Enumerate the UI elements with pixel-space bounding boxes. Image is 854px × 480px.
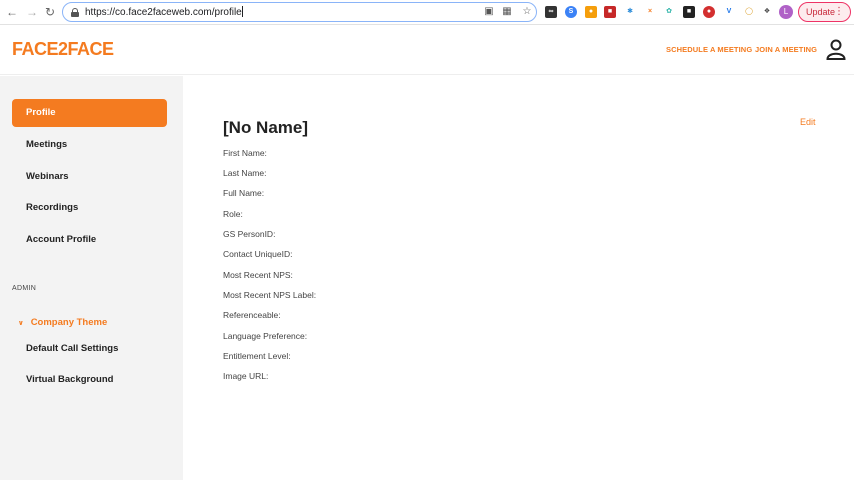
sidebar-item-meetings[interactable]: Meetings — [12, 131, 167, 159]
url-input[interactable]: https://co.face2faceweb.com/profile — [85, 6, 243, 18]
back-arrow-icon[interactable]: ← — [4, 4, 20, 20]
field-image-url: Image URL: — [223, 371, 269, 381]
field-referenceable: Referenceable: — [223, 310, 281, 320]
sidebar-item-virtual-background[interactable]: Virtual Background — [12, 366, 167, 394]
extension-bulb-icon[interactable]: ◯ — [743, 6, 755, 18]
reload-icon[interactable]: ↻ — [42, 4, 58, 20]
extension-blue-icon[interactable]: S — [565, 6, 577, 18]
forward-arrow-icon[interactable]: → — [24, 4, 40, 20]
sidebar-item-recordings[interactable]: Recordings — [12, 194, 167, 222]
extension-puzzle-color-icon[interactable]: ● — [585, 6, 597, 18]
field-full-name: Full Name: — [223, 188, 265, 198]
sidebar: Profile Meetings Webinars Recordings Acc… — [0, 76, 183, 480]
browser-toolbar: ← → ↻ https://co.face2faceweb.com/profil… — [0, 0, 854, 25]
account-avatar[interactable]: L — [779, 5, 793, 19]
field-contact-unique-id: Contact UniqueID: — [223, 249, 293, 259]
field-last-name: Last Name: — [223, 168, 267, 178]
extension-leaf-icon[interactable]: ✿ — [663, 6, 675, 18]
chevron-down-icon: ∨ — [18, 320, 24, 327]
bookmark-star-icon[interactable]: ☆ — [521, 6, 533, 18]
extension-red-icon[interactable]: ■ — [604, 6, 616, 18]
extension-adblock-icon[interactable]: ● — [703, 6, 715, 18]
field-entitlement-level: Entitlement Level: — [223, 351, 291, 361]
sidebar-item-account-profile[interactable]: Account Profile — [12, 226, 167, 254]
sidebar-group-label: Company Theme — [30, 317, 108, 328]
field-language-preference: Language Preference: — [223, 331, 308, 341]
field-most-recent-nps: Most Recent NPS: — [223, 270, 293, 280]
address-bar[interactable]: https://co.face2faceweb.com/profile ▣ ▦ … — [62, 2, 537, 22]
sidebar-item-default-call-settings[interactable]: Default Call Settings — [12, 335, 167, 363]
join-meeting-link[interactable]: JOIN A MEETING — [755, 45, 817, 54]
qr-code-icon[interactable]: ▦ — [501, 6, 513, 18]
extension-gear-icon[interactable]: ✱ — [624, 6, 636, 18]
cast-icon[interactable]: ▣ — [483, 6, 495, 18]
field-first-name: First Name: — [223, 148, 267, 158]
browser-update-button[interactable]: Update ⋮ — [798, 2, 851, 22]
extensions-puzzle-icon[interactable]: ❖ — [761, 6, 773, 18]
extension-x-icon[interactable]: × — [644, 6, 656, 18]
field-most-recent-nps-label: Most Recent NPS Label: — [223, 290, 317, 300]
field-role: Role: — [223, 209, 243, 219]
app-header: FACE2FACE SCHEDULE A MEETING JOIN A MEET… — [0, 25, 854, 75]
extension-glasses-icon[interactable]: ∞ — [545, 6, 557, 18]
lock-icon — [71, 8, 79, 17]
admin-section-label: ADMIN — [12, 285, 37, 292]
field-gs-person-id: GS PersonID: — [223, 229, 276, 239]
sidebar-item-profile[interactable]: Profile — [12, 99, 167, 127]
edit-profile-link[interactable]: Edit — [800, 117, 816, 127]
extension-dark-icon[interactable]: ■ — [683, 6, 695, 18]
brand-logo[interactable]: FACE2FACE — [12, 39, 114, 60]
profile-panel: [No Name] Edit First Name: Last Name: Fu… — [183, 76, 854, 480]
user-avatar-icon[interactable] — [826, 38, 846, 60]
schedule-meeting-link[interactable]: SCHEDULE A MEETING — [666, 45, 752, 54]
extension-v-icon[interactable]: V — [723, 6, 735, 18]
sidebar-group-company-theme[interactable]: ∨ Company Theme — [18, 317, 107, 328]
profile-name-heading: [No Name] — [223, 118, 309, 137]
more-vert-icon: ⋮ — [834, 6, 844, 17]
sidebar-item-webinars[interactable]: Webinars — [12, 163, 167, 191]
